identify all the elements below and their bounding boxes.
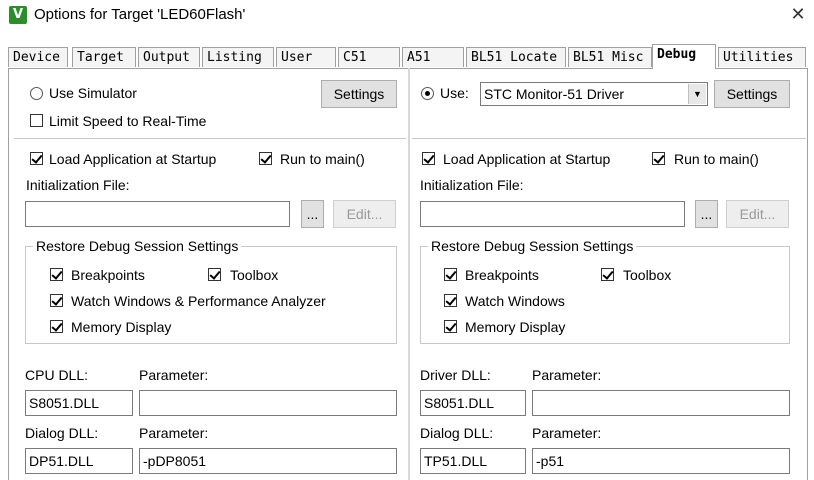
right-load-app-label: Load Application at Startup [443, 151, 611, 167]
driver-dll-label: Driver DLL: [420, 367, 491, 383]
right-init-file-label: Initialization File: [420, 177, 524, 193]
cpu-dll-input[interactable]: S8051.DLL [25, 390, 133, 416]
left-dialog-dll-label: Dialog DLL: [25, 425, 99, 441]
right-breakpoints-label: Breakpoints [465, 267, 539, 283]
tab-bl51-misc[interactable]: BL51 Misc [568, 47, 652, 67]
tab-device[interactable]: Device [8, 47, 68, 67]
right-watch-label: Watch Windows [465, 293, 565, 309]
left-load-app-checkbox[interactable] [30, 152, 43, 165]
title-bar: V Options for Target 'LED60Flash' ✕ [0, 0, 814, 32]
use-simulator-label: Use Simulator [49, 85, 137, 101]
tab-bl51-locate[interactable]: BL51 Locate [466, 47, 566, 67]
cpu-param-input[interactable] [139, 390, 397, 416]
uvision-icon: V [9, 6, 27, 24]
right-restore-title: Restore Debug Session Settings [428, 238, 637, 254]
tab-listing[interactable]: Listing [202, 47, 274, 67]
right-dialog-param-label: Parameter: [532, 425, 602, 441]
left-toolbox-label: Toolbox [230, 267, 279, 283]
limit-speed-label: Limit Speed to Real-Time [49, 113, 207, 129]
left-restore-title: Restore Debug Session Settings [33, 238, 242, 254]
panel-divider [408, 68, 410, 480]
left-run-to-main-label: Run to main() [280, 151, 365, 167]
left-breakpoints-label: Breakpoints [71, 267, 145, 283]
right-load-app-checkbox[interactable] [422, 152, 435, 165]
close-icon[interactable]: ✕ [786, 3, 810, 27]
right-toolbox-checkbox[interactable] [601, 268, 614, 281]
driver-param-input[interactable] [532, 390, 790, 416]
tab-strip: Device Target Output Listing User C51 A5… [8, 44, 808, 69]
right-settings-button[interactable]: Settings [714, 80, 790, 108]
left-load-app-label: Load Application at Startup [49, 151, 217, 167]
use-label: Use: [440, 85, 469, 101]
tab-output[interactable]: Output [138, 47, 200, 67]
right-separator [412, 138, 806, 139]
right-memory-checkbox[interactable] [444, 320, 457, 333]
left-dialog-param-input[interactable]: -pDP8051 [139, 448, 397, 474]
right-dialog-dll-input[interactable]: TP51.DLL [420, 448, 526, 474]
right-run-to-main-checkbox[interactable] [652, 152, 665, 165]
left-edit-button: Edit... [333, 200, 396, 228]
chevron-down-icon[interactable]: ▼ [688, 84, 706, 104]
right-dialog-param-input[interactable]: -p51 [532, 448, 790, 474]
driver-param-label: Parameter: [532, 367, 602, 383]
right-dialog-dll-label: Dialog DLL: [420, 425, 494, 441]
left-init-file-label: Initialization File: [26, 177, 130, 193]
left-memory-checkbox[interactable] [50, 320, 63, 333]
left-watch-checkbox[interactable] [50, 294, 63, 307]
window-title: Options for Target 'LED60Flash' [34, 6, 246, 23]
left-browse-button[interactable]: ... [301, 200, 324, 228]
driver-select[interactable]: STC Monitor-51 Driver ▼ [480, 82, 708, 106]
left-dialog-dll-input[interactable]: DP51.DLL [25, 448, 133, 474]
cpu-dll-label: CPU DLL: [25, 367, 89, 383]
tab-target[interactable]: Target [72, 47, 136, 67]
left-breakpoints-checkbox[interactable] [50, 268, 63, 281]
limit-speed-checkbox[interactable] [30, 114, 43, 127]
right-breakpoints-checkbox[interactable] [444, 268, 457, 281]
left-dialog-param-label: Parameter: [139, 425, 209, 441]
right-memory-label: Memory Display [465, 319, 566, 335]
cpu-param-label: Parameter: [139, 367, 209, 383]
left-memory-label: Memory Display [71, 319, 172, 335]
right-init-file-input[interactable] [420, 201, 685, 227]
tab-user[interactable]: User [276, 47, 336, 67]
use-simulator-radio[interactable] [30, 87, 43, 100]
left-watch-label: Watch Windows & Performance Analyzer [71, 293, 326, 309]
use-driver-radio[interactable] [421, 87, 434, 100]
right-toolbox-label: Toolbox [623, 267, 672, 283]
driver-select-value: STC Monitor-51 Driver [484, 86, 625, 102]
right-run-to-main-label: Run to main() [674, 151, 759, 167]
left-separator [14, 138, 406, 139]
right-watch-checkbox[interactable] [444, 294, 457, 307]
right-browse-button[interactable]: ... [695, 200, 718, 228]
left-settings-button[interactable]: Settings [321, 80, 397, 108]
left-toolbox-checkbox[interactable] [208, 268, 221, 281]
tab-a51[interactable]: A51 [402, 47, 464, 67]
driver-dll-input[interactable]: S8051.DLL [420, 390, 526, 416]
left-run-to-main-checkbox[interactable] [259, 152, 272, 165]
tab-c51[interactable]: C51 [338, 47, 400, 67]
tab-utilities[interactable]: Utilities [718, 47, 806, 67]
right-edit-button: Edit... [726, 200, 789, 228]
left-init-file-input[interactable] [25, 201, 290, 227]
tab-debug[interactable]: Debug [652, 44, 716, 69]
